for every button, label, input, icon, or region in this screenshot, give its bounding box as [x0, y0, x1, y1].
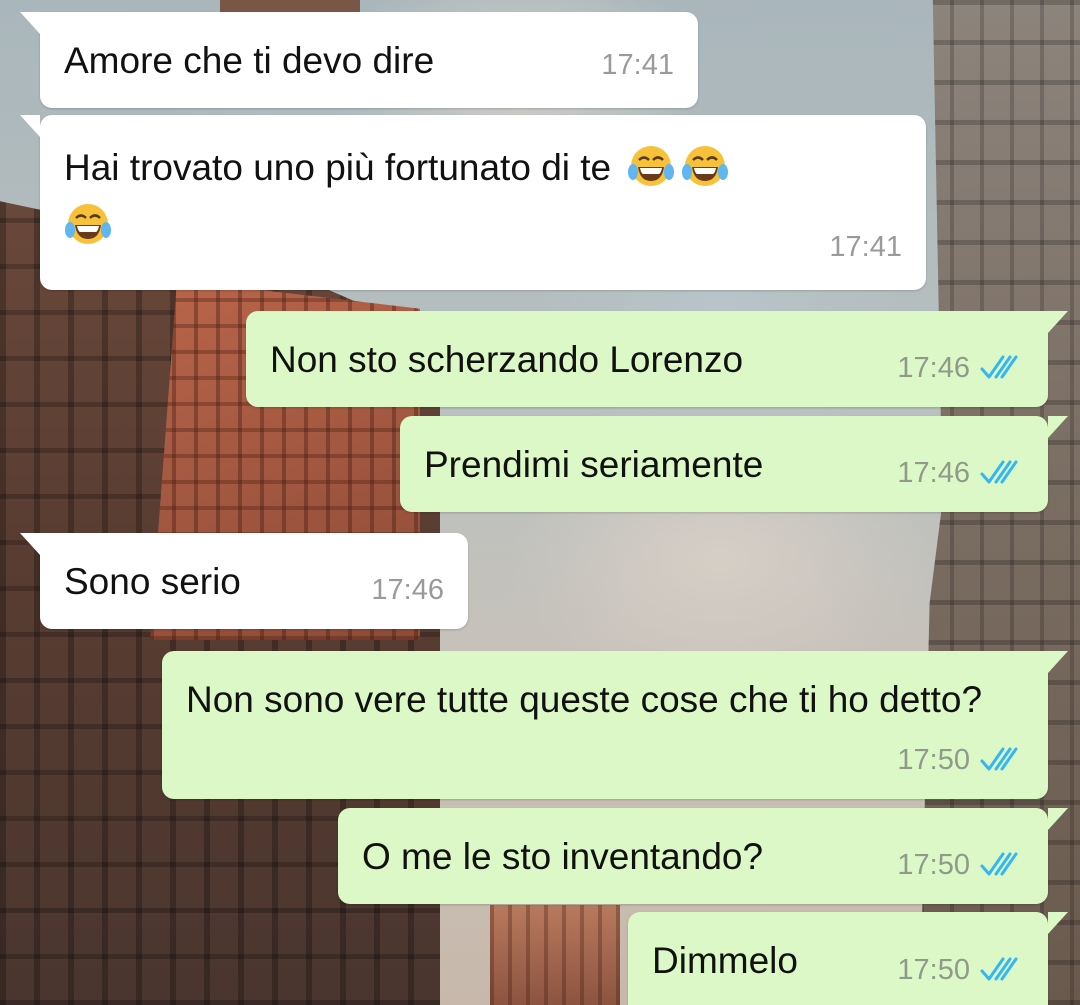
message-meta: 17:41 [829, 220, 902, 274]
message-bubble-incoming[interactable]: Sono serio 17:46 [20, 533, 468, 629]
message-time: 17:50 [897, 954, 970, 986]
message-text-block: Hai trovato uno più fortunato di te [64, 141, 729, 253]
face-with-tears-of-joy-icon [628, 146, 675, 186]
message-time: 17:50 [897, 849, 970, 881]
message-bubble-outgoing[interactable]: Dimmelo 17:50 [628, 912, 1068, 1005]
message-list[interactable]: Amore che ti devo dire 17:41 Hai trovato… [0, 0, 1080, 1005]
double-check-read-icon [980, 460, 1018, 484]
message-text: Non sono vere tutte queste cose che ti h… [186, 679, 983, 720]
message-bubble-outgoing[interactable]: Prendimi seriamente 17:46 [400, 416, 1068, 512]
message-time: 17:46 [371, 574, 444, 606]
message-meta: 17:50 [897, 838, 1024, 892]
message-text: Hai trovato uno più fortunato di te [64, 147, 612, 188]
double-check-read-icon [980, 852, 1018, 876]
message-bubble-outgoing[interactable]: Non sono vere tutte queste cose che ti h… [162, 651, 1068, 799]
message-meta: 17:50 [897, 943, 1024, 997]
message-bubble-incoming[interactable]: Amore che ti devo dire 17:41 [20, 12, 698, 108]
face-with-tears-of-joy-icon [682, 146, 729, 186]
message-meta: 17:50 [897, 733, 1024, 787]
message-text: Dimmelo [652, 940, 798, 981]
message-time: 17:50 [897, 744, 970, 776]
emoji-row [64, 199, 729, 253]
message-text: Amore che ti devo dire [64, 40, 435, 81]
message-time: 17:41 [829, 231, 902, 263]
message-bubble-outgoing[interactable]: Non sto scherzando Lorenzo 17:46 [246, 311, 1068, 407]
message-meta: 17:46 [897, 341, 1024, 395]
message-meta: 17:41 [601, 38, 674, 92]
message-meta: 17:46 [897, 446, 1024, 500]
message-text: O me le sto inventando? [362, 836, 764, 877]
double-check-read-icon [980, 355, 1018, 379]
message-text: Sono serio [64, 561, 241, 602]
message-text: Prendimi seriamente [424, 444, 764, 485]
message-bubble-incoming[interactable]: Hai trovato uno più fortunato di te 17:4… [20, 115, 926, 290]
message-time: 17:46 [897, 457, 970, 489]
message-time: 17:41 [601, 49, 674, 81]
message-bubble-outgoing[interactable]: O me le sto inventando? 17:50 [338, 808, 1068, 904]
double-check-read-icon [980, 747, 1018, 771]
message-text: Non sto scherzando Lorenzo [270, 339, 744, 380]
message-meta: 17:46 [371, 563, 444, 617]
face-with-tears-of-joy-icon [65, 204, 111, 244]
double-check-read-icon [980, 957, 1018, 981]
message-time: 17:46 [897, 352, 970, 384]
